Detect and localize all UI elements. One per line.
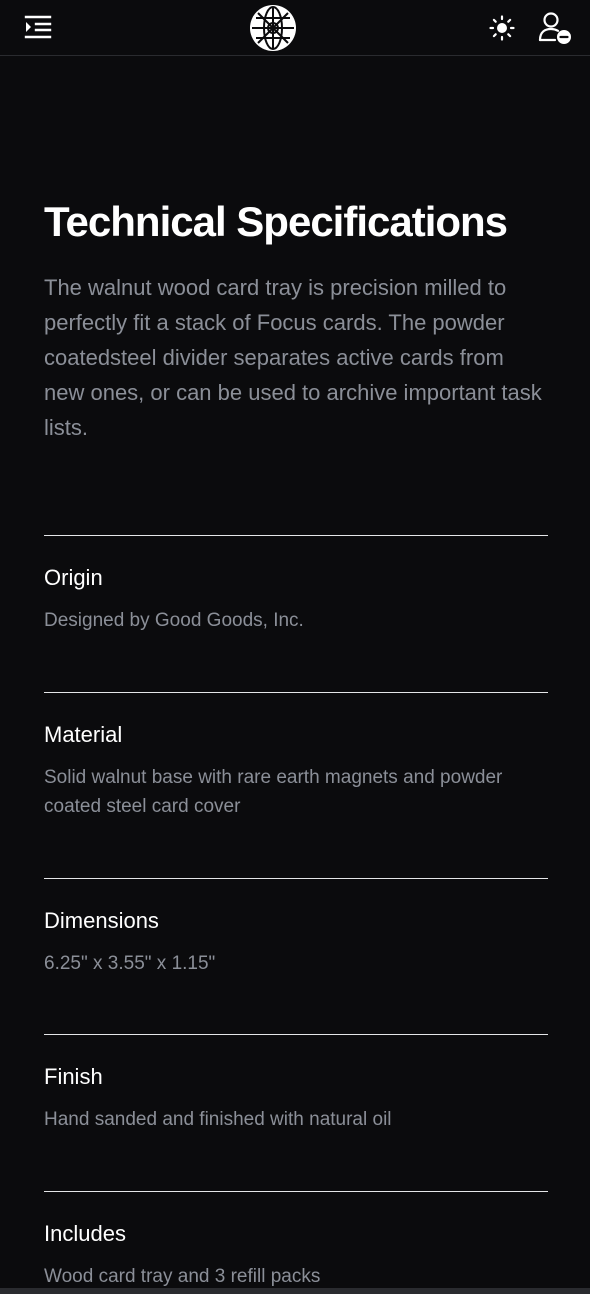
top-bar xyxy=(0,0,590,56)
spec-value: Designed by Good Goods, Inc. xyxy=(44,610,304,631)
spec-item-finish: Finish Hand sanded and finished with nat… xyxy=(44,1034,548,1130)
spec-item-material: Material Solid walnut base with rare ear… xyxy=(44,692,548,817)
spec-value: Wood card tray and 3 refill packs xyxy=(44,1266,321,1287)
globe-logo-icon[interactable] xyxy=(248,3,298,53)
spec-value: Hand sanded and finished with natural oi… xyxy=(44,1109,392,1130)
spec-label: Finish xyxy=(44,1064,103,1089)
spec-value: Solid walnut base with rare earth magnet… xyxy=(44,767,503,817)
page-title: Technical Specifications xyxy=(44,198,508,245)
intro-paragraph: The walnut wood card tray is precision m… xyxy=(44,275,542,440)
spec-item-dimensions: Dimensions 6.25" x 3.55" x 1.15" xyxy=(44,878,548,974)
sun-icon[interactable] xyxy=(486,12,518,44)
spec-value: 6.25" x 3.55" x 1.15" xyxy=(44,953,216,974)
spec-label: Material xyxy=(44,722,123,747)
menu-indent-icon[interactable] xyxy=(22,12,54,42)
user-remove-icon[interactable] xyxy=(536,10,574,46)
spec-item-origin: Origin Designed by Good Goods, Inc. xyxy=(44,535,548,631)
spec-item-includes: Includes Wood card tray and 3 refill pac… xyxy=(44,1191,548,1287)
spec-label: Includes xyxy=(44,1221,126,1246)
spec-label: Origin xyxy=(44,565,103,590)
spec-label: Dimensions xyxy=(44,908,159,933)
bottom-edge-divider xyxy=(0,1288,590,1294)
